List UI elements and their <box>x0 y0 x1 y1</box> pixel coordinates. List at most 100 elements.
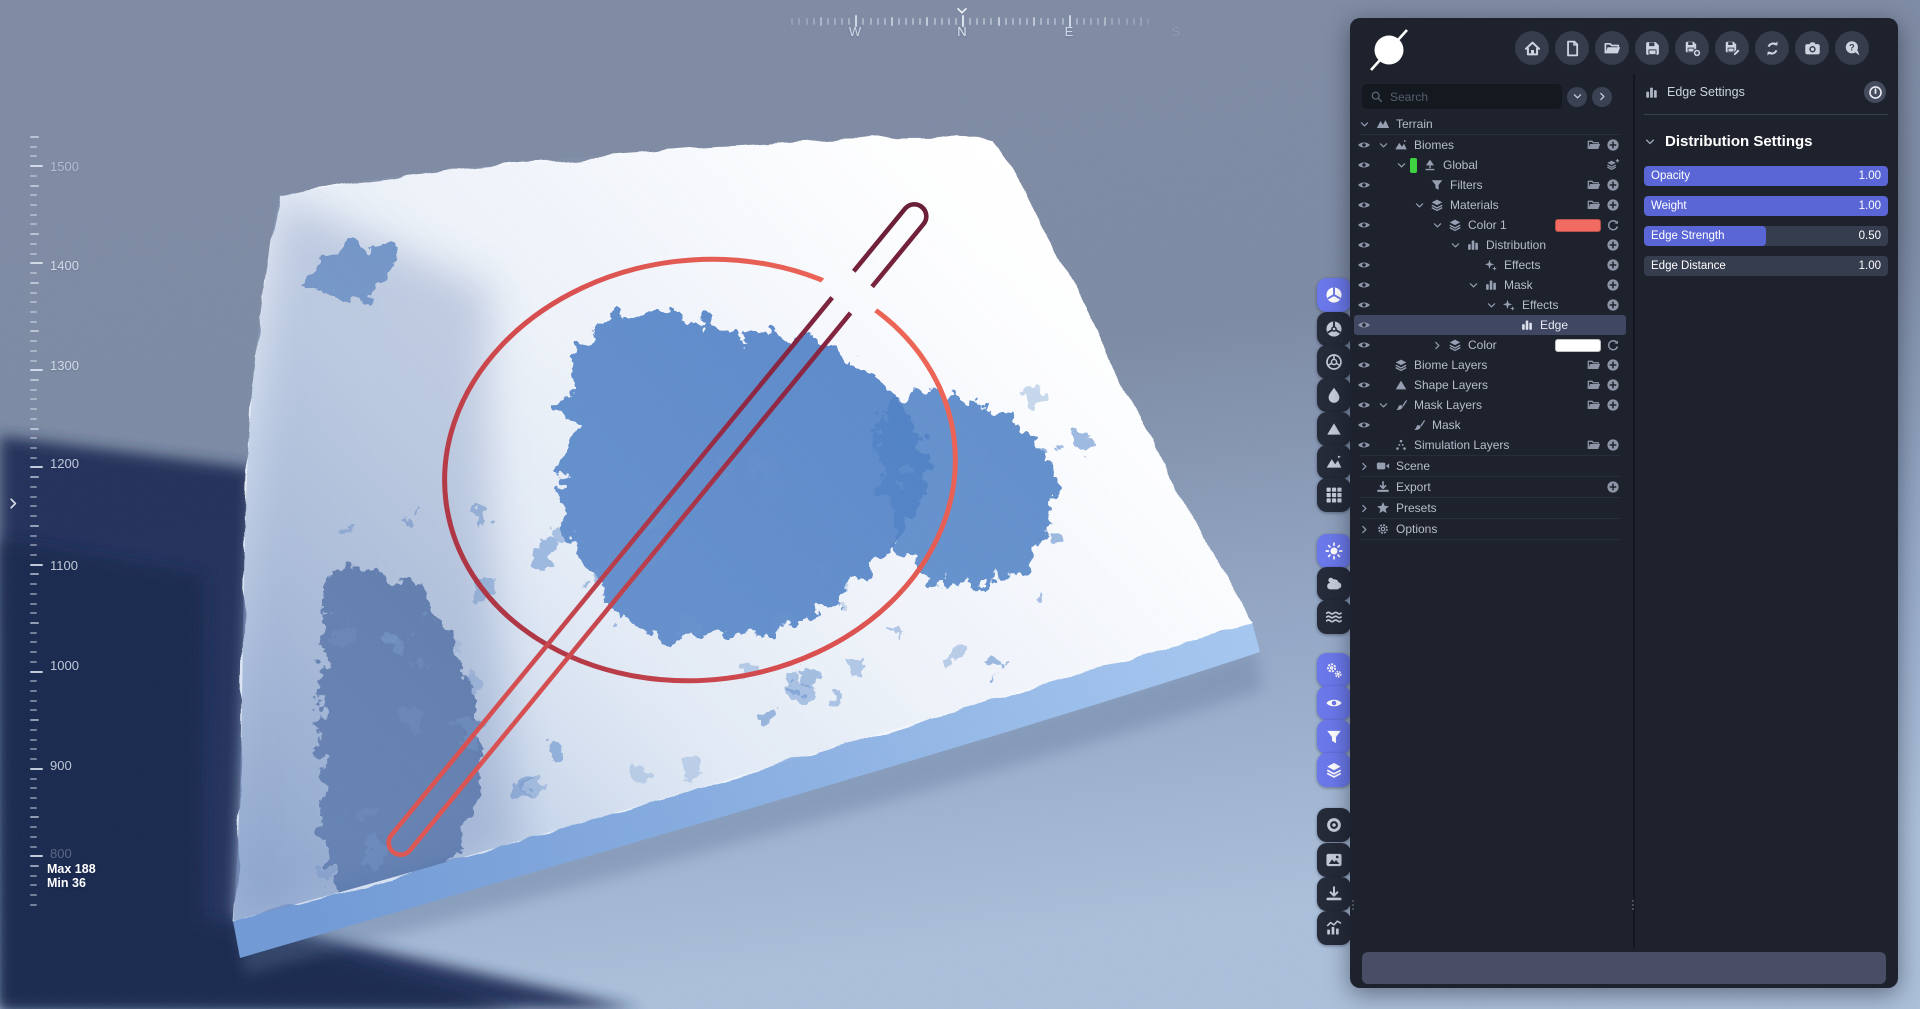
visibility-toggle[interactable] <box>1354 378 1374 392</box>
plus-button[interactable] <box>1606 178 1620 192</box>
folder-button[interactable] <box>1587 138 1601 152</box>
slider-edge-strength[interactable]: Edge Strength 0.50 <box>1644 226 1888 246</box>
tree-row-edge[interactable]: Edge <box>1354 315 1626 335</box>
plus-button[interactable] <box>1606 358 1620 372</box>
next-match-button[interactable] <box>1592 86 1612 107</box>
search-input[interactable] <box>1390 89 1554 104</box>
tree-row-color[interactable]: Color <box>1354 335 1626 355</box>
new-file-button[interactable] <box>1555 31 1589 65</box>
plus-button[interactable] <box>1606 438 1620 452</box>
color-swatch[interactable] <box>1555 338 1601 352</box>
app-logo-icon[interactable] <box>1366 26 1412 74</box>
expand-toggle[interactable] <box>1464 280 1482 291</box>
filter-button[interactable] <box>1317 720 1351 754</box>
folder-button[interactable] <box>1587 198 1601 212</box>
tree-row-scene[interactable]: Scene <box>1354 456 1626 476</box>
slider-edge-distance[interactable]: Edge Distance 1.00 <box>1644 256 1888 276</box>
sun-button[interactable] <box>1317 534 1351 568</box>
visibility-toggle[interactable] <box>1354 298 1374 312</box>
terrain-features-button[interactable] <box>1317 445 1351 479</box>
visibility-toggle[interactable] <box>1354 258 1374 272</box>
tree-resize-handle[interactable] <box>1627 896 1639 919</box>
tree-row-biomes[interactable]: Biomes <box>1354 135 1626 155</box>
plus-button[interactable] <box>1606 398 1620 412</box>
plus-button[interactable] <box>1606 238 1620 252</box>
cloud-button[interactable] <box>1317 567 1351 601</box>
plus-button[interactable] <box>1606 298 1620 312</box>
expand-toggle[interactable] <box>1428 220 1446 231</box>
slider-weight[interactable]: Weight 1.00 <box>1644 196 1888 216</box>
settings-info-button[interactable] <box>1864 81 1886 103</box>
download-button[interactable] <box>1317 877 1351 911</box>
color-swatch[interactable] <box>1555 218 1601 232</box>
row-lead-slot[interactable] <box>1354 524 1374 535</box>
visibility-toggle[interactable] <box>1354 138 1374 152</box>
tree-row-export[interactable]: Export <box>1354 477 1626 497</box>
distribution-settings-header[interactable]: Distribution Settings <box>1644 133 1888 150</box>
plus-button[interactable] <box>1606 198 1620 212</box>
tree-row-simulation-layers[interactable]: Simulation Layers <box>1354 435 1626 455</box>
visibility-toggle[interactable] <box>1354 278 1374 292</box>
visibility-toggle[interactable] <box>1354 438 1374 452</box>
screenshot-button[interactable] <box>1795 31 1829 65</box>
expand-toggle[interactable] <box>1482 300 1500 311</box>
visibility-toggle[interactable] <box>1354 338 1374 352</box>
collapse-all-button[interactable] <box>1567 86 1587 107</box>
tree-row-mask[interactable]: Mask <box>1354 275 1626 295</box>
visibility-toggle[interactable] <box>1354 218 1374 232</box>
plus-button[interactable] <box>1606 138 1620 152</box>
tree-row-mask-layers[interactable]: Mask Layers <box>1354 395 1626 415</box>
folder-button[interactable] <box>1587 358 1601 372</box>
refresh-button[interactable] <box>1606 218 1620 232</box>
folder-button[interactable] <box>1587 438 1601 452</box>
image-button[interactable] <box>1317 843 1351 877</box>
expand-toggle[interactable] <box>1392 160 1410 171</box>
record-button[interactable] <box>1317 808 1351 842</box>
refresh-button[interactable] <box>1606 338 1620 352</box>
expand-panel-handle[interactable] <box>6 496 21 516</box>
mountain-button[interactable] <box>1317 412 1351 446</box>
plus-button[interactable] <box>1606 378 1620 392</box>
tree-row-color-1[interactable]: Color 1 <box>1354 215 1626 235</box>
plus-button[interactable] <box>1606 278 1620 292</box>
gears-button[interactable] <box>1317 653 1351 687</box>
home-button[interactable] <box>1515 31 1549 65</box>
tree-row-filters[interactable]: Filters <box>1354 175 1626 195</box>
slider-opacity[interactable]: Opacity 1.00 <box>1644 166 1888 186</box>
layers-button[interactable] <box>1317 753 1351 787</box>
plus-button[interactable] <box>1606 480 1620 494</box>
visibility-toggle[interactable] <box>1354 398 1374 412</box>
save-button[interactable] <box>1635 31 1669 65</box>
visibility-toggle[interactable] <box>1354 358 1374 372</box>
tree-row-distribution[interactable]: Distribution <box>1354 235 1626 255</box>
chart-button[interactable] <box>1317 911 1351 945</box>
save-as-button[interactable] <box>1675 31 1709 65</box>
tree-row-options[interactable]: Options <box>1354 519 1626 539</box>
open-project-button[interactable] <box>1595 31 1629 65</box>
column-divider[interactable] <box>1633 74 1635 948</box>
tree-row-global[interactable]: Global <box>1354 155 1626 175</box>
biome-outline-button[interactable] <box>1317 345 1351 379</box>
tree-row-effects[interactable]: Effects <box>1354 295 1626 315</box>
row-lead-slot[interactable] <box>1354 503 1374 514</box>
expand-toggle[interactable] <box>1374 140 1392 151</box>
visibility-toggle[interactable] <box>1354 198 1374 212</box>
folder-button[interactable] <box>1587 398 1601 412</box>
visibility-toggle[interactable] <box>1354 238 1374 252</box>
command-bar[interactable] <box>1362 952 1886 984</box>
help-button[interactable] <box>1835 31 1869 65</box>
tree-row-shape-layers[interactable]: Shape Layers <box>1354 375 1626 395</box>
biome-solid-button[interactable] <box>1317 278 1351 312</box>
tree-row-effects[interactable]: Effects <box>1354 255 1626 275</box>
tree-row-materials[interactable]: Materials <box>1354 195 1626 215</box>
visibility-toggle[interactable] <box>1354 178 1374 192</box>
visibility-toggle[interactable] <box>1354 158 1374 172</box>
tree-row-presets[interactable]: Presets <box>1354 498 1626 518</box>
plus-button[interactable] <box>1606 258 1620 272</box>
layers-plus-button[interactable] <box>1606 158 1620 172</box>
sync-button[interactable] <box>1755 31 1789 65</box>
biome-ring-button[interactable] <box>1317 312 1351 346</box>
row-lead-slot[interactable] <box>1354 461 1374 472</box>
expand-toggle[interactable] <box>1428 340 1446 351</box>
tree-row-mask[interactable]: Mask <box>1354 415 1626 435</box>
